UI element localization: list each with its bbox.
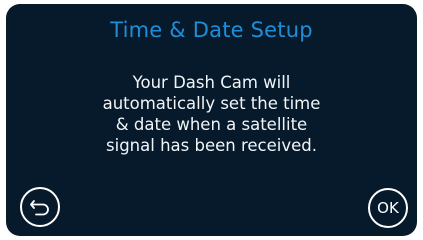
page-title: Time & Date Setup bbox=[110, 18, 313, 42]
setup-screen: Time & Date Setup Your Dash Cam will aut… bbox=[6, 4, 417, 236]
info-message: Your Dash Cam will automatically set the… bbox=[102, 73, 321, 155]
ok-button[interactable]: OK bbox=[368, 188, 408, 228]
back-arrow-icon bbox=[30, 200, 49, 216]
ok-button-label: OK bbox=[377, 198, 399, 217]
back-button[interactable] bbox=[20, 187, 60, 227]
